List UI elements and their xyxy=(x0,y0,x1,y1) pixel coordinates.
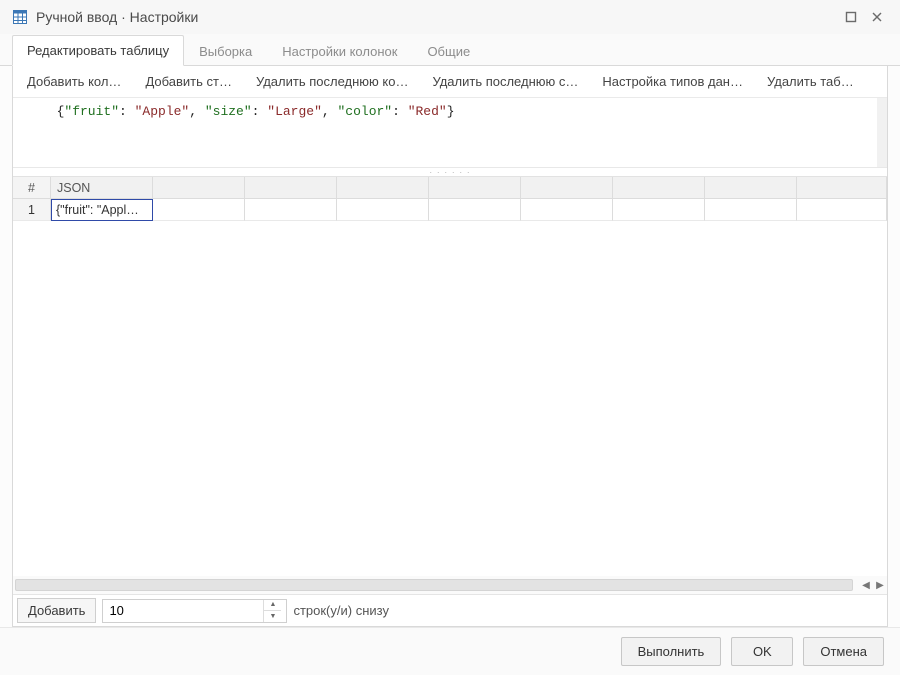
cell-json-selected[interactable]: {"fruit": "Appl… xyxy=(51,199,153,221)
ok-button[interactable]: OK xyxy=(731,637,793,666)
row-count-stepper[interactable]: ▲ ▼ xyxy=(102,599,287,623)
editor-line: {"fruit": "Apple", "size": "Large", "col… xyxy=(41,104,881,119)
col-header-empty[interactable] xyxy=(521,177,613,199)
cell-empty[interactable] xyxy=(429,199,521,221)
cell-empty[interactable] xyxy=(705,199,797,221)
window-title: Ручной ввод · Настройки xyxy=(36,9,838,25)
tabstrip: Редактировать таблицу Выборка Настройки … xyxy=(0,34,900,66)
edit-panel: Добавить кол… Добавить ст… Удалить после… xyxy=(12,66,888,627)
stepper-up-icon[interactable]: ▲ xyxy=(264,600,281,612)
delete-last-row-button[interactable]: Удалить последнюю с… xyxy=(422,70,588,93)
cell-empty[interactable] xyxy=(153,199,245,221)
add-row-button[interactable]: Добавить ст… xyxy=(135,70,242,93)
execute-button[interactable]: Выполнить xyxy=(621,637,722,666)
tab-selection[interactable]: Выборка xyxy=(184,36,267,66)
delete-last-column-button[interactable]: Удалить последнюю ко… xyxy=(246,70,418,93)
dialog-root: Ручной ввод · Настройки Редактировать та… xyxy=(0,0,900,675)
grid-horizontal-scrollbar[interactable]: ◀ ▶ xyxy=(13,576,887,594)
grid-icon xyxy=(12,9,28,25)
cell-empty[interactable] xyxy=(613,199,705,221)
splitter-handle[interactable]: · · · · · · xyxy=(13,168,887,176)
cancel-button[interactable]: Отмена xyxy=(803,637,884,666)
grid-header: # JSON xyxy=(13,177,887,199)
col-header-empty[interactable] xyxy=(613,177,705,199)
editor-scrollbar[interactable] xyxy=(877,98,887,167)
cell-empty[interactable] xyxy=(245,199,337,221)
cell-empty[interactable] xyxy=(337,199,429,221)
column-types-button[interactable]: Настройка типов дан… xyxy=(592,70,753,93)
col-header-json[interactable]: JSON xyxy=(51,177,153,199)
table-row[interactable]: 1 {"fruit": "Appl… xyxy=(13,199,887,221)
add-rows-bar: Добавить ▲ ▼ строк(у/и) снизу xyxy=(13,594,887,626)
col-header-empty[interactable] xyxy=(429,177,521,199)
row-count-input[interactable] xyxy=(103,600,263,622)
cell-editor[interactable]: {"fruit": "Apple", "size": "Large", "col… xyxy=(13,98,887,168)
cell-empty[interactable] xyxy=(797,199,887,221)
col-header-empty[interactable] xyxy=(153,177,245,199)
titlebar: Ручной ввод · Настройки xyxy=(0,0,900,34)
row-number: 1 xyxy=(13,199,51,221)
scroll-right-icon[interactable]: ▶ xyxy=(873,578,887,592)
col-header-empty[interactable] xyxy=(245,177,337,199)
tab-column-settings[interactable]: Настройки колонок xyxy=(267,36,412,66)
scroll-track[interactable] xyxy=(15,579,853,591)
col-header-rownum[interactable]: # xyxy=(13,177,51,199)
tab-edit-table[interactable]: Редактировать таблицу xyxy=(12,35,184,66)
close-icon[interactable] xyxy=(864,4,890,30)
grid-body: 1 {"fruit": "Appl… xyxy=(13,199,887,576)
cell-empty[interactable] xyxy=(521,199,613,221)
tab-general[interactable]: Общие xyxy=(412,36,485,66)
table-toolbar: Добавить кол… Добавить ст… Удалить после… xyxy=(13,66,887,98)
data-grid: # JSON 1 {"fruit": "Appl… xyxy=(13,176,887,576)
col-header-empty[interactable] xyxy=(797,177,887,199)
maximize-icon[interactable] xyxy=(838,4,864,30)
scroll-left-icon[interactable]: ◀ xyxy=(859,578,873,592)
dialog-footer: Выполнить OK Отмена xyxy=(0,627,900,675)
stepper-down-icon[interactable]: ▼ xyxy=(264,611,281,622)
add-rows-suffix: строк(у/и) снизу xyxy=(293,603,389,618)
col-header-empty[interactable] xyxy=(705,177,797,199)
col-header-empty[interactable] xyxy=(337,177,429,199)
add-column-button[interactable]: Добавить кол… xyxy=(17,70,131,93)
delete-table-button[interactable]: Удалить таб… xyxy=(757,70,864,93)
add-rows-button[interactable]: Добавить xyxy=(17,598,96,623)
